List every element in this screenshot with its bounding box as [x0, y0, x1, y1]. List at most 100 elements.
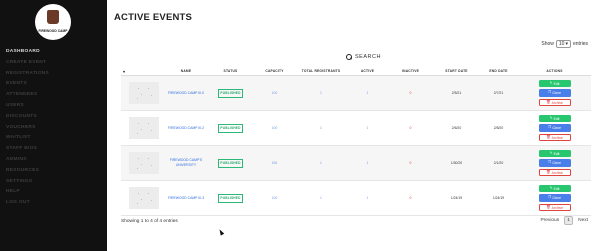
- event-thumbnail: [128, 117, 159, 139]
- previous-page-button[interactable]: Previous: [540, 218, 559, 223]
- edit-button[interactable]: ✎ Edit: [538, 79, 571, 88]
- sidebar-item-log-out[interactable]: LOG OUT: [6, 198, 104, 209]
- sidebar-item-staff-bios[interactable]: STAFF BIOS: [6, 144, 104, 155]
- sidebar-item-vouchers[interactable]: VOUCHERS: [6, 123, 104, 134]
- sidebar-item-registrations[interactable]: REGISTRATIONS: [6, 69, 104, 80]
- event-thumbnail: [128, 152, 159, 174]
- clone-button[interactable]: ❐ Clone: [538, 124, 571, 132]
- table-row: FIREWOOD CAMP III.0 PUBLISHED 100 1 1 0 …: [121, 76, 591, 111]
- brand-logo[interactable]: FIREWOOD CAMP: [35, 4, 71, 40]
- brand-logo-text: FIREWOOD CAMP: [38, 29, 68, 33]
- end-date-value: 2/1/20: [493, 161, 504, 165]
- sidebar-item-create-event[interactable]: CREATE EVENT: [6, 58, 104, 69]
- app-window: FIREWOOD CAMP DASHBOARD CREATE EVENT REG…: [0, 0, 600, 251]
- entries-per-page-value: 10: [558, 41, 565, 47]
- pencil-icon: ✎: [549, 150, 553, 155]
- trash-icon: 🗑: [546, 99, 551, 104]
- active-value: 1: [366, 161, 369, 165]
- events-table: ▾ NAME STATUS CAPACITY TOTAL REGISTRANTS…: [121, 67, 591, 216]
- status-badge: PUBLISHED: [217, 88, 244, 98]
- event-name-link[interactable]: FIREWOOD CAMP III.3: [168, 196, 204, 201]
- clone-button[interactable]: ❐ Clone: [538, 194, 571, 202]
- archive-button[interactable]: 🗑 Archive: [538, 168, 571, 177]
- column-header-inactive[interactable]: INACTIVE: [387, 67, 434, 75]
- sidebar-item-attendees[interactable]: ATTENDEES: [6, 90, 104, 101]
- edit-button-label: Edit: [553, 116, 560, 121]
- end-date-value: 1/24/19: [492, 196, 505, 200]
- sidebar-item-discounts[interactable]: DISCOUNTS: [6, 112, 104, 123]
- show-entries-control: Show 10 ▾ entries: [541, 40, 588, 48]
- sidebar-item-resources[interactable]: RESOURCES: [6, 166, 104, 177]
- show-entries-suffix: entries: [572, 41, 588, 47]
- column-header-capacity[interactable]: CAPACITY: [255, 67, 294, 75]
- event-name-link[interactable]: FIREWOOD CAMP'S UNIVERSITY: [166, 158, 206, 167]
- entries-per-page-select[interactable]: 10 ▾: [555, 40, 571, 48]
- event-thumbnail: [128, 82, 159, 104]
- pencil-icon: ✎: [549, 185, 553, 190]
- edit-button[interactable]: ✎ Edit: [538, 184, 571, 193]
- total-registrants-value: 1: [320, 196, 322, 200]
- end-date-value: 2/8/20: [493, 126, 504, 130]
- event-name-link[interactable]: FIREWOOD CAMP III.2: [168, 126, 204, 131]
- total-registrants-value: 1: [320, 161, 322, 165]
- column-header-start-date[interactable]: START DATE: [434, 67, 479, 75]
- start-date-value: 2/5/21: [451, 91, 462, 95]
- archive-button[interactable]: 🗑 Archive: [538, 203, 571, 212]
- table-info: Showing 1 to 4 of 4 entries: [121, 219, 178, 224]
- copy-icon: ❐: [547, 90, 552, 95]
- edit-button-label: Edit: [553, 186, 560, 191]
- column-header-actions: ACTIONS: [546, 69, 563, 73]
- edit-button[interactable]: ✎ Edit: [538, 114, 571, 123]
- archive-button[interactable]: 🗑 Archive: [538, 98, 571, 107]
- status-badge: PUBLISHED: [217, 193, 244, 203]
- start-date-value: 1/24/19: [450, 196, 463, 200]
- start-date-value: 1/30/20: [450, 161, 463, 165]
- table-row: FIREWOOD CAMP III.3 PUBLISHED 100 1 1 0 …: [121, 181, 591, 216]
- active-value: 1: [366, 126, 369, 130]
- next-page-button[interactable]: Next: [578, 218, 588, 223]
- archive-button-label: Archive: [551, 205, 563, 210]
- active-value: 1: [366, 196, 369, 200]
- trash-icon: 🗑: [546, 169, 551, 174]
- clone-button[interactable]: ❐ Clone: [538, 159, 571, 167]
- event-name-link[interactable]: FIREWOOD CAMP III.0: [168, 91, 204, 96]
- total-registrants-value: 1: [320, 126, 322, 130]
- edit-button-label: Edit: [553, 81, 560, 86]
- capacity-value: 100: [271, 196, 278, 200]
- page-title: ACTIVE EVENTS: [114, 12, 193, 23]
- event-thumbnail: [128, 187, 159, 209]
- copy-icon: ❐: [547, 195, 552, 200]
- status-badge: PUBLISHED: [217, 158, 244, 168]
- column-header-status[interactable]: STATUS: [206, 67, 255, 75]
- trash-icon: 🗑: [546, 134, 551, 139]
- column-header-active[interactable]: ACTIVE: [348, 67, 387, 75]
- clone-button[interactable]: ❐ Clone: [538, 89, 571, 97]
- capacity-value: 150: [271, 161, 278, 165]
- page-1-button[interactable]: 1: [564, 216, 574, 225]
- archive-button-label: Archive: [551, 100, 563, 105]
- archive-button[interactable]: 🗑 Archive: [538, 133, 571, 142]
- sidebar-item-events[interactable]: EVENTS: [6, 79, 104, 90]
- sidebar-item-users[interactable]: USERS: [6, 101, 104, 112]
- end-date-value: 2/7/21: [493, 91, 504, 95]
- pagination: Previous 1 Next: [540, 216, 588, 225]
- sidebar-item-dashboard[interactable]: DASHBOARD: [6, 47, 104, 58]
- table-row: FIREWOOD CAMP III.2 PUBLISHED 100 1 1 0 …: [121, 111, 591, 146]
- sidebar-item-settings[interactable]: SETTINGS: [6, 177, 104, 188]
- edit-button[interactable]: ✎ Edit: [538, 149, 571, 158]
- column-header-total-registrants[interactable]: TOTAL REGISTRANTS: [294, 67, 348, 75]
- column-header-image[interactable]: ▾: [121, 67, 166, 75]
- search-icon: [346, 54, 352, 60]
- inactive-value: 0: [409, 161, 412, 165]
- sidebar-item-help[interactable]: HELP: [6, 187, 104, 198]
- column-header-name[interactable]: NAME: [166, 67, 206, 75]
- sort-icon: ▾: [123, 68, 126, 74]
- archive-button-label: Archive: [551, 170, 563, 175]
- search-field[interactable]: SEARCH: [346, 54, 381, 60]
- copy-icon: ❐: [547, 160, 552, 165]
- sidebar-item-waitlist[interactable]: WAITLIST: [6, 133, 104, 144]
- column-header-end-date[interactable]: END DATE: [479, 67, 518, 75]
- sidebar-item-admins[interactable]: ADMINS: [6, 155, 104, 166]
- clone-button-label: Clone: [552, 196, 562, 200]
- inactive-value: 0: [409, 196, 412, 200]
